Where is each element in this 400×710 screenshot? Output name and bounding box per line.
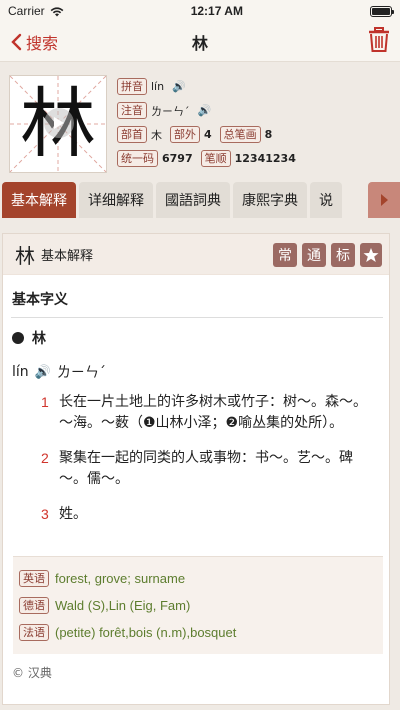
language-tag: 英语 [19,570,49,587]
pinyin-row: 拼音 lín 🔊 [117,77,300,96]
trash-button[interactable] [368,26,390,57]
radical-tag: 部首 [117,126,147,143]
tab-basic[interactable]: 基本解释 [2,182,76,218]
translation-row: 德语 Wald (S),Lin (Eig, Fam) [19,592,383,619]
section-title: 基本字义 [12,292,68,308]
carrier-label: Carrier [8,4,45,18]
entry-character: 林 [32,331,46,347]
character-writing-box[interactable]: 林 [9,75,107,173]
pronunciation-pinyin: lín [12,364,29,380]
definition-number: 2 [41,450,49,466]
copyright-text: © 汉典 [12,666,52,680]
unicode-row: 统一码 6797 笔顺 12341234 [117,149,300,168]
tab-detailed[interactable]: 详细解释 [79,182,153,218]
stroke-order-tag: 笔顺 [200,150,231,167]
total-strokes-tag: 总笔画 [219,126,261,143]
bullet-icon [12,332,24,344]
translation-row: 英语 forest, grove; surname [19,565,383,592]
content-panel: 林 基本解释 常 通 标 基本字义 林 lín 🔊 ㄌㄧㄣˊ 1 长在一片土地上… [2,233,390,705]
definition-item: 3 姓。 [41,504,375,525]
badge-standard: 标 [331,243,355,267]
zhuyin-value: ㄌㄧㄣˊ [151,104,190,118]
entry-heading: 林 [12,328,389,348]
definition-number: 1 [41,394,49,410]
unicode-tag: 统一码 [117,150,158,167]
divider [11,317,383,318]
status-time: 12:17 AM [190,4,243,18]
chevron-right-icon [381,194,388,206]
outside-strokes-tag: 部外 [170,126,200,143]
status-left: Carrier [8,4,64,18]
translations-box: 英语 forest, grove; surname 德语 Wald (S),Li… [13,556,383,654]
translation-text: (petite) forêt,bois (n.m),bosquet [55,625,237,640]
header-subtitle: 基本解释 [41,248,94,264]
definition-number: 3 [41,506,49,522]
definition-text: 姓。 [59,506,87,522]
definitions-list: 1 长在一片土地上的许多树木或竹子：树～。森～。～海。～薮（❶山林小泽；❷喻丛集… [41,392,375,525]
badge-common: 常 [273,243,297,267]
stroke-order-value: 12341234 [234,152,296,165]
pinyin-value: lín [151,80,165,93]
character-info: 拼音 lín 🔊 注音 ㄌㄧㄣˊ 🔊 部首 木 部外 4 总笔画 8 统一码 6… [117,75,300,168]
chevron-left-icon [11,33,22,50]
trash-icon [369,26,389,52]
content-header: 林 基本解释 常 通 标 [3,234,389,275]
radical-value: 木 [151,128,162,142]
play-icon [54,117,64,129]
language-tag: 德语 [19,597,49,614]
tab-shuowen[interactable]: 说 [310,182,342,218]
tabs-next-button[interactable] [368,182,400,218]
badge-general: 通 [302,243,326,267]
battery-icon [369,5,394,17]
star-icon [363,248,379,262]
definition-text: 聚集在一起的同类的人或事物：书～。艺～。碑～。儒～。 [59,450,353,487]
translation-text: forest, grove; surname [55,571,186,586]
header-character: 林 [15,243,35,268]
definition-item: 1 长在一片土地上的许多树木或竹子：树～。森～。～海。～薮（❶山林小泽；❷喻丛集… [41,392,375,434]
zhuyin-tag: 注音 [117,102,147,119]
speaker-icon[interactable]: 🔊 [198,104,212,117]
badges: 常 通 标 [273,243,382,267]
language-tag: 法语 [19,624,49,641]
translation-row: 法语 (petite) forêt,bois (n.m),bosquet [19,619,383,646]
status-bar: Carrier 12:17 AM [0,0,400,22]
nav-bar: 搜索 林 [0,22,400,62]
zhuyin-row: 注音 ㄌㄧㄣˊ 🔊 [117,101,300,120]
favorite-button[interactable] [360,243,382,267]
character-card: 林 拼音 lín 🔊 注音 ㄌㄧㄣˊ 🔊 部首 木 部外 4 总笔画 8 统一码… [6,72,394,174]
speaker-icon[interactable]: 🔊 [172,80,186,93]
battery-fill [371,7,390,15]
radical-row: 部首 木 部外 4 总笔画 8 [117,125,300,144]
wifi-icon [50,6,64,16]
back-label: 搜索 [26,33,59,53]
pinyin-tag: 拼音 [117,78,147,95]
pronunciation-row: lín 🔊 ㄌㄧㄣˊ [12,362,389,382]
tab-kangxi[interactable]: 康熙字典 [233,182,307,218]
translation-text: Wald (S),Lin (Eig, Fam) [55,598,191,613]
tab-guoyu[interactable]: 國語詞典 [156,182,230,218]
unicode-value: 6797 [162,152,193,165]
back-button[interactable]: 搜索 [10,30,58,54]
speaker-icon[interactable]: 🔊 [35,365,51,380]
outside-strokes-value: 4 [204,128,212,141]
tab-bar: 基本解释 详细解释 國語詞典 康熙字典 说 [0,182,400,218]
play-animation-button[interactable] [44,108,74,138]
definition-item: 2 聚集在一起的同类的人或事物：书～。艺～。碑～。儒～。 [41,448,375,490]
page-title: 林 [191,33,209,53]
total-strokes-value: 8 [264,128,273,141]
definition-text: 长在一片土地上的许多树木或竹子：树～。森～。～海。～薮（❶山林小泽；❷喻丛集的处… [59,394,367,431]
pronunciation-zhuyin: ㄌㄧㄣˊ [56,365,106,381]
